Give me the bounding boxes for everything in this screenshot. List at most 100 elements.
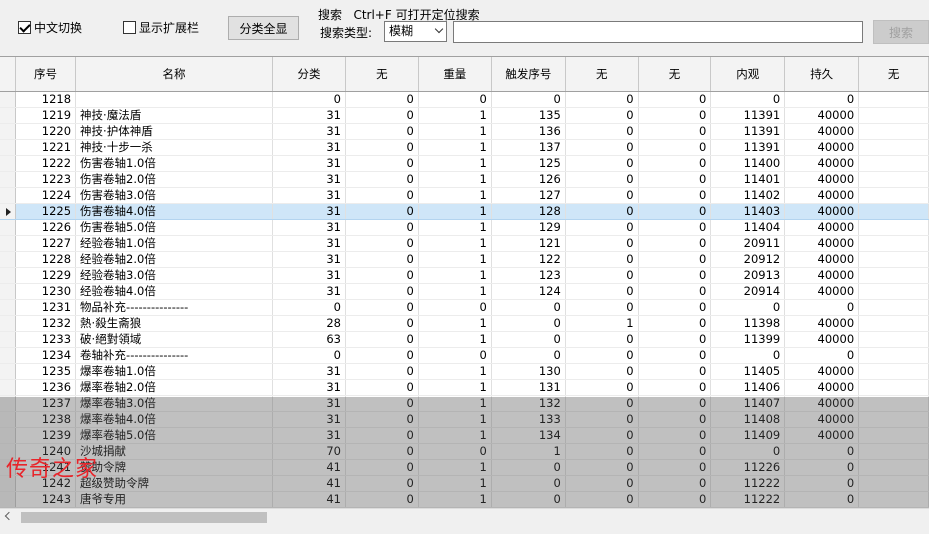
table-cell[interactable]: 31 bbox=[272, 187, 347, 204]
column-header[interactable]: 无 bbox=[565, 57, 639, 92]
table-cell[interactable]: 1237 bbox=[15, 395, 77, 412]
table-cell[interactable]: 0 bbox=[565, 139, 639, 156]
table-cell[interactable]: 63 bbox=[272, 331, 347, 348]
table-cell[interactable]: 0 bbox=[638, 139, 712, 156]
table-cell[interactable]: 0 bbox=[638, 107, 712, 124]
table-cell[interactable] bbox=[858, 315, 929, 332]
table-cell[interactable] bbox=[858, 475, 929, 492]
table-cell[interactable]: 0 bbox=[491, 315, 566, 332]
table-cell[interactable]: 0 bbox=[272, 299, 347, 316]
table-cell[interactable]: 0 bbox=[491, 491, 566, 508]
row-indicator[interactable] bbox=[0, 411, 16, 428]
table-cell[interactable]: 129 bbox=[491, 219, 566, 236]
table-cell[interactable]: 122 bbox=[491, 251, 566, 268]
table-cell[interactable]: 0 bbox=[345, 235, 419, 252]
table-cell[interactable]: 40000 bbox=[784, 267, 860, 284]
show-all-categories-button[interactable]: 分类全显 bbox=[228, 16, 299, 40]
table-cell[interactable]: 1243 bbox=[15, 491, 77, 508]
table-cell[interactable]: 1231 bbox=[15, 299, 77, 316]
table-cell[interactable]: 0 bbox=[345, 123, 419, 140]
table-cell[interactable]: 31 bbox=[272, 235, 347, 252]
table-cell[interactable]: 1232 bbox=[15, 315, 77, 332]
table-cell[interactable]: 0 bbox=[345, 171, 419, 188]
table-cell[interactable]: 131 bbox=[491, 379, 566, 396]
table-cell[interactable]: 0 bbox=[638, 379, 712, 396]
table-cell[interactable]: 0 bbox=[565, 411, 639, 428]
table-cell[interactable]: 132 bbox=[491, 395, 566, 412]
table-cell[interactable] bbox=[858, 155, 929, 172]
table-cell[interactable]: 40000 bbox=[784, 139, 860, 156]
table-cell[interactable]: 31 bbox=[272, 251, 347, 268]
table-cell[interactable] bbox=[858, 107, 929, 124]
row-indicator[interactable] bbox=[0, 347, 16, 364]
table-row[interactable]: 1236 爆率卷轴2.0倍 31 0 1 131 0 0 11406 40000 bbox=[0, 379, 929, 396]
table-cell[interactable]: 31 bbox=[272, 395, 347, 412]
table-cell[interactable] bbox=[858, 299, 929, 316]
table-cell[interactable]: 1 bbox=[418, 379, 492, 396]
table-cell[interactable]: 0 bbox=[638, 331, 712, 348]
row-indicator[interactable] bbox=[0, 427, 16, 444]
table-cell[interactable]: 1225 bbox=[15, 203, 77, 220]
row-indicator[interactable] bbox=[0, 107, 16, 124]
table-cell[interactable]: 0 bbox=[784, 299, 860, 316]
column-header[interactable]: 重量 bbox=[418, 57, 492, 92]
row-indicator[interactable] bbox=[0, 379, 16, 396]
table-cell[interactable]: 0 bbox=[345, 139, 419, 156]
table-cell[interactable]: 40000 bbox=[784, 155, 860, 172]
table-cell[interactable]: 0 bbox=[565, 427, 639, 444]
table-cell[interactable]: 1218 bbox=[15, 91, 77, 108]
table-cell[interactable]: 1238 bbox=[15, 411, 77, 428]
table-cell[interactable]: 0 bbox=[345, 395, 419, 412]
table-cell[interactable]: 11398 bbox=[710, 315, 786, 332]
table-cell[interactable] bbox=[858, 459, 929, 476]
table-cell[interactable]: 135 bbox=[491, 107, 566, 124]
table-cell[interactable]: 0 bbox=[638, 155, 712, 172]
table-cell[interactable]: 伤害卷轴1.0倍 bbox=[75, 155, 273, 172]
table-cell[interactable]: 124 bbox=[491, 283, 566, 300]
table-cell[interactable] bbox=[858, 491, 929, 508]
table-cell[interactable]: 1 bbox=[418, 107, 492, 124]
table-cell[interactable]: 1 bbox=[418, 331, 492, 348]
table-cell[interactable]: 0 bbox=[491, 91, 566, 108]
table-cell[interactable]: 40000 bbox=[784, 411, 860, 428]
table-cell[interactable]: 0 bbox=[418, 299, 492, 316]
table-cell[interactable]: 1 bbox=[418, 251, 492, 268]
table-cell[interactable]: 0 bbox=[418, 91, 492, 108]
table-cell[interactable]: 70 bbox=[272, 443, 347, 460]
table-cell[interactable] bbox=[858, 91, 929, 108]
table-cell[interactable]: 0 bbox=[345, 475, 419, 492]
table-cell[interactable]: 31 bbox=[272, 139, 347, 156]
table-cell[interactable]: 伤害卷轴4.0倍 bbox=[75, 203, 273, 220]
table-cell[interactable]: 41 bbox=[272, 475, 347, 492]
table-cell[interactable]: 0 bbox=[638, 411, 712, 428]
table-cell[interactable]: 40000 bbox=[784, 283, 860, 300]
table-cell[interactable]: 爆率卷轴5.0倍 bbox=[75, 427, 273, 444]
table-cell[interactable]: 1 bbox=[418, 411, 492, 428]
table-cell[interactable]: 0 bbox=[638, 395, 712, 412]
table-row[interactable]: 1241 赞助令牌 41 0 1 0 0 0 11226 0 bbox=[0, 459, 929, 476]
table-cell[interactable]: 伤害卷轴3.0倍 bbox=[75, 187, 273, 204]
table-cell[interactable]: 40000 bbox=[784, 171, 860, 188]
table-row[interactable]: 1226 伤害卷轴5.0倍 31 0 1 129 0 0 11404 40000 bbox=[0, 219, 929, 236]
table-cell[interactable]: 40000 bbox=[784, 363, 860, 380]
table-cell[interactable]: 31 bbox=[272, 203, 347, 220]
table-cell[interactable]: 0 bbox=[638, 91, 712, 108]
row-indicator[interactable] bbox=[0, 187, 16, 204]
table-cell[interactable]: 0 bbox=[710, 347, 786, 364]
table-cell[interactable]: 伤害卷轴5.0倍 bbox=[75, 219, 273, 236]
table-cell[interactable]: 0 bbox=[565, 219, 639, 236]
table-cell[interactable]: 126 bbox=[491, 171, 566, 188]
table-cell[interactable] bbox=[858, 379, 929, 396]
table-cell[interactable]: 40000 bbox=[784, 123, 860, 140]
table-cell[interactable]: 0 bbox=[638, 251, 712, 268]
table-cell[interactable]: 0 bbox=[565, 331, 639, 348]
table-cell[interactable]: 0 bbox=[638, 427, 712, 444]
table-cell[interactable]: 1227 bbox=[15, 235, 77, 252]
table-cell[interactable]: 133 bbox=[491, 411, 566, 428]
table-cell[interactable] bbox=[858, 139, 929, 156]
table-row[interactable]: 1225 伤害卷轴4.0倍 31 0 1 128 0 0 11403 40000 bbox=[0, 203, 929, 220]
table-cell[interactable]: 11403 bbox=[710, 203, 786, 220]
table-cell[interactable] bbox=[858, 267, 929, 284]
checkbox-checked-icon[interactable] bbox=[18, 21, 31, 34]
table-cell[interactable]: 1 bbox=[418, 267, 492, 284]
